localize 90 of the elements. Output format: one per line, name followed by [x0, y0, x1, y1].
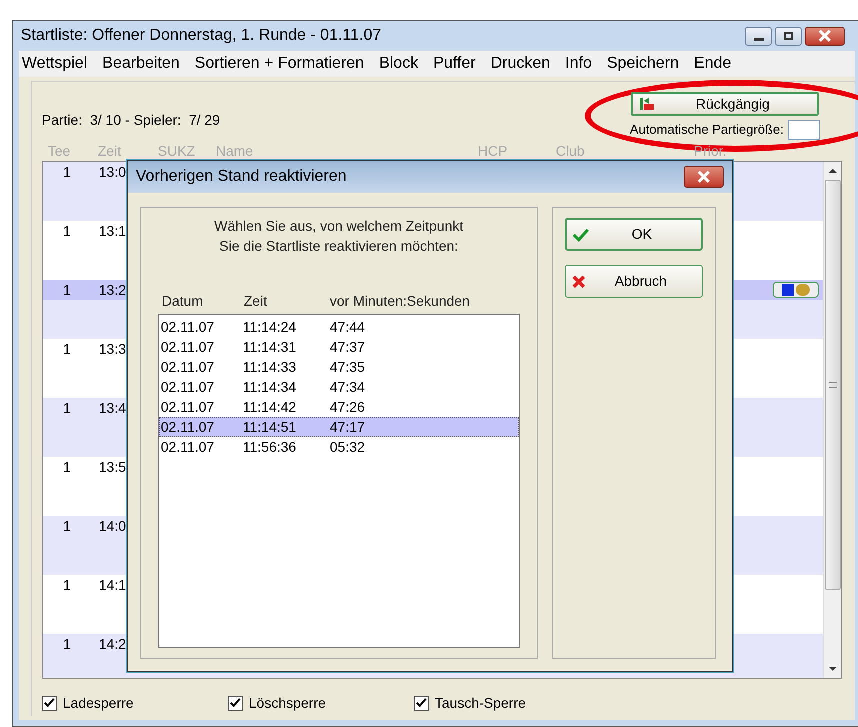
column-header: Name [216, 142, 254, 160]
scroll-thumb[interactable] [824, 180, 840, 590]
date-cell-text: 02.11.07 [160, 378, 216, 396]
check-icon [573, 228, 589, 242]
time-cell-text: 13:5 [98, 458, 125, 476]
date-cell-text: 02.11.07 [160, 358, 216, 376]
time-cell-text: 11:14:33 [243, 358, 298, 376]
menu-item[interactable]: Sortieren + Formatieren [194, 52, 364, 76]
close-button[interactable] [805, 26, 845, 46]
history-row[interactable]: 02.11.07 11:14:33 47:35 [159, 357, 519, 377]
menu-item[interactable]: Info [565, 52, 592, 76]
column-header: HCP [478, 142, 509, 160]
history-row[interactable]: 02.11.07 11:14:51 47:17 [159, 417, 519, 437]
checkbox[interactable] [414, 696, 429, 711]
column-header: Zeit [244, 292, 268, 310]
time-cell-text: 13:0 [98, 162, 125, 182]
column-header: Datum [161, 292, 204, 310]
column-header: Zeit [98, 142, 122, 160]
time-cell-text: 11:14:34 [243, 378, 298, 396]
info-text: Partie: 3/ 10 - Spieler: 7/ 29 [42, 111, 220, 130]
auto-size-label: Automatische Partiegröße: [630, 121, 784, 140]
menu-item[interactable]: Block [379, 52, 418, 76]
tee-cell-text: 1 [62, 634, 72, 654]
maximize-button[interactable] [775, 26, 802, 46]
close-icon [697, 171, 711, 183]
history-row[interactable]: 02.11.07 11:14:42 47:26 [159, 397, 519, 417]
ago-cell-text: 47:34 [330, 378, 366, 396]
menu-item[interactable]: Bearbeiten [102, 52, 180, 76]
ago-cell-text: 47:37 [330, 338, 366, 356]
dialog-close-button[interactable] [684, 166, 724, 188]
ago-cell-text: 47:35 [330, 358, 366, 376]
menu-item[interactable]: Speichern [607, 52, 680, 76]
prompt-text: Wählen Sie aus, von welchem Zeitpunkt Sie die Startliste reaktivieren möchten: [214, 217, 464, 256]
ago-cell-text: 47:17 [330, 418, 366, 436]
history-row[interactable]: 02.11.07 11:14:24 47:44 [159, 317, 519, 337]
scrollbar[interactable] [823, 162, 841, 678]
lock-checkbox[interactable]: Löschsperre [228, 693, 414, 714]
ago-cell-text: 05:32 [330, 438, 366, 456]
tee-cell-text: 1 [62, 576, 72, 594]
cross-icon [572, 274, 586, 288]
column-header: Club [556, 142, 586, 160]
date-cell-text: 02.11.07 [160, 438, 216, 456]
tee-cell-text: 1 [62, 162, 72, 182]
time-cell-text: 13:1 [98, 222, 125, 240]
tee-cell-text: 1 [62, 280, 72, 300]
date-cell-text: 02.11.07 [160, 398, 216, 416]
tee-cell-text: 1 [62, 458, 72, 476]
minimize-button[interactable] [745, 26, 772, 46]
menu-item[interactable]: Puffer [433, 52, 476, 76]
time-cell-text: 11:14:42 [243, 398, 298, 416]
menu-item[interactable]: Ende [694, 52, 732, 76]
tee-cell-text: 1 [62, 222, 72, 240]
time-cell-text: 14:1 [98, 576, 125, 594]
time-cell-text: 13:2 [98, 280, 125, 300]
auto-size-field[interactable] [788, 120, 820, 140]
column-header: vor Minuten:Sekunden [330, 292, 470, 310]
menu-item[interactable]: Wettspiel [22, 52, 88, 76]
menu-item[interactable]: Drucken [490, 52, 550, 76]
ago-cell-text: 47:26 [330, 398, 366, 416]
window-title: Startliste: Offener Donnerstag, 1. Runde - 01.11.07 [20, 26, 382, 46]
date-cell-text: 02.11.07 [160, 338, 216, 356]
date-cell-text: 02.11.07 [160, 318, 216, 336]
dialog-title: Vorherigen Stand reaktivieren [136, 167, 347, 187]
lock-checkbox[interactable]: Tausch-Sperre [414, 693, 600, 714]
time-cell-text: 11:56:36 [243, 438, 298, 456]
tee-cell-text: 1 [62, 398, 72, 418]
ago-cell-text: 47:44 [330, 318, 366, 336]
tee-cell-text: 1 [62, 340, 72, 358]
column-header: Tee [48, 142, 72, 160]
time-cell-text: 11:14:51 [243, 418, 298, 436]
ok-button[interactable]: OK [565, 218, 703, 251]
undo-button[interactable]: Rückgängig [631, 92, 819, 116]
tee-cell-text: 1 [62, 516, 72, 536]
history-row[interactable]: 02.11.07 11:14:34 47:34 [159, 377, 519, 397]
time-cell-text: 11:14:24 [243, 318, 298, 336]
column-header: SUKZ [158, 142, 196, 160]
checkbox[interactable] [42, 696, 57, 711]
time-cell-text: 14:0 [98, 516, 125, 536]
date-cell-text: 02.11.07 [160, 418, 216, 436]
checkbox[interactable] [228, 696, 243, 711]
lock-checkbox[interactable]: Ladesperre [42, 693, 228, 714]
time-cell-text: 14:2 [98, 634, 125, 654]
history-row[interactable]: 02.11.07 11:56:36 05:32 [159, 437, 519, 457]
undo-icon [639, 97, 655, 111]
time-cell-text: 13:3 [98, 340, 125, 358]
cancel-button[interactable]: Abbruch [565, 265, 703, 298]
time-cell-text: 11:14:31 [243, 338, 298, 356]
history-row[interactable]: 02.11.07 11:14:31 47:37 [159, 337, 519, 357]
close-icon [818, 30, 832, 42]
time-cell-text: 13:4 [98, 398, 125, 418]
